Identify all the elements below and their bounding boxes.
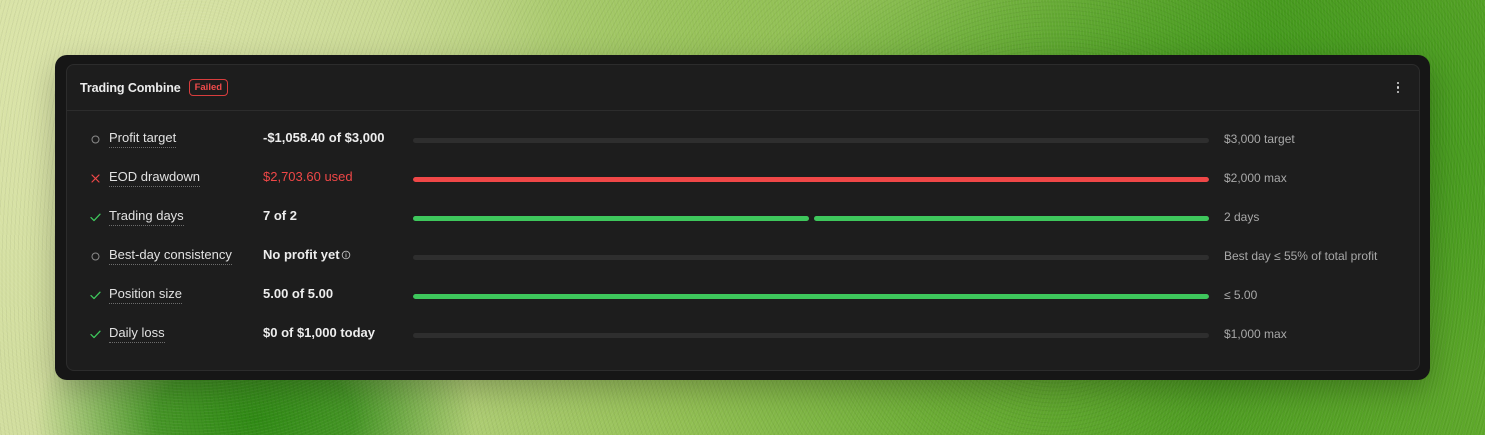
rule-value-text: 5.00 of 5.00 <box>263 286 334 301</box>
rules-list: Profit target -$1,058.40 of $3,000 $3,00… <box>67 111 1419 354</box>
rule-value-text: 7 of 2 <box>263 208 297 223</box>
rule-value: $0 of $1,000 today <box>263 325 375 341</box>
progress-bar <box>413 216 1209 221</box>
rule-value: No profit yet <box>263 247 351 263</box>
rule-value: $2,703.60 used <box>263 169 353 185</box>
check-icon <box>89 211 101 223</box>
progress-bar <box>413 294 1209 299</box>
rule-row-eod-drawdown: EOD drawdown $2,703.60 used $2,000 max <box>67 159 1419 198</box>
rule-label[interactable]: Daily loss <box>109 325 165 343</box>
rule-limit: $2,000 max <box>1224 171 1287 185</box>
x-icon <box>89 172 101 184</box>
progress-bar <box>413 333 1209 338</box>
rule-label[interactable]: Trading days <box>109 208 184 226</box>
progress-segment <box>813 216 1209 221</box>
rule-value-text: -$1,058.40 of $3,000 <box>263 130 385 145</box>
card-title: Trading Combine <box>80 80 181 95</box>
rule-limit: 2 days <box>1224 210 1260 224</box>
rule-label[interactable]: Best-day consistency <box>109 247 232 265</box>
rule-value: -$1,058.40 of $3,000 <box>263 130 384 146</box>
progress-bar <box>413 255 1209 260</box>
rule-limit: ≤ 5.00 <box>1224 288 1258 302</box>
rule-row-trading-days: Trading days 7 of 2 2 days <box>67 198 1419 237</box>
trading-combine-card: Trading Combine Failed Profit target -$1… <box>66 64 1420 371</box>
rule-row-profit-target: Profit target -$1,058.40 of $3,000 $3,00… <box>67 120 1419 159</box>
rule-label[interactable]: Position size <box>109 286 182 304</box>
progress-fill <box>413 177 1209 182</box>
rule-value-text: $0 of $1,000 today <box>263 325 375 340</box>
rule-row-best-day-consistency: Best-day consistency No profit yet Best … <box>67 237 1419 276</box>
rule-label[interactable]: Profit target <box>109 130 177 148</box>
rule-label[interactable]: EOD drawdown <box>109 169 201 187</box>
rule-row-position-size: Position size 5.00 of 5.00 ≤ 5.00 <box>67 276 1419 315</box>
more-options-button[interactable] <box>1389 78 1407 98</box>
widget-frame: Trading Combine Failed Profit target -$1… <box>55 55 1430 380</box>
check-icon <box>89 328 101 340</box>
check-icon <box>89 289 101 301</box>
rule-limit: Best day ≤ 55% of total profit <box>1224 249 1378 263</box>
rule-value: 7 of 2 <box>263 208 297 224</box>
rule-row-daily-loss: Daily loss $0 of $1,000 today $1,000 max <box>67 315 1419 354</box>
rule-value-text: No profit yet <box>263 247 340 262</box>
rule-value-text: $2,703.60 used <box>263 169 353 184</box>
circle-icon <box>89 250 101 262</box>
progress-segment <box>413 216 809 221</box>
progress-fill <box>413 294 1209 299</box>
rule-limit: $3,000 target <box>1224 132 1295 146</box>
progress-bar <box>413 177 1209 182</box>
rule-value: 5.00 of 5.00 <box>263 286 333 302</box>
progress-bar <box>413 138 1209 143</box>
circle-icon <box>89 133 101 145</box>
rule-limit: $1,000 max <box>1224 327 1287 341</box>
status-badge: Failed <box>188 79 229 96</box>
more-vertical-icon <box>1396 81 1400 94</box>
card-header: Trading Combine Failed <box>67 65 1419 111</box>
info-icon[interactable] <box>341 250 351 260</box>
